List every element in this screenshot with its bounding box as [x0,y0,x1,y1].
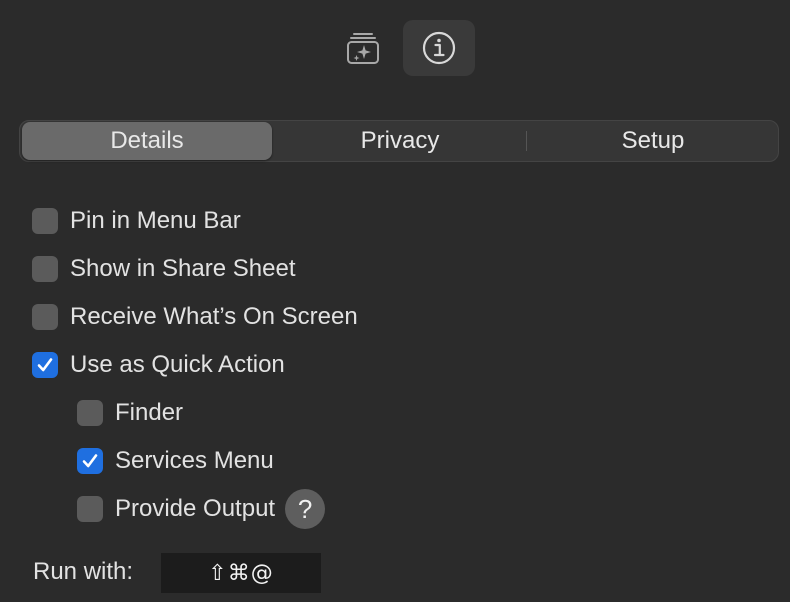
shortcut-value: ⇧⌘@ [208,560,274,586]
tab-privacy[interactable]: Privacy [274,121,526,161]
quick-action-checkbox[interactable] [32,352,58,378]
quick-action-label: Use as Quick Action [70,351,285,378]
provide-output-checkbox[interactable] [77,496,103,522]
services-menu-checkbox[interactable] [77,448,103,474]
tab-divider [526,131,527,151]
tab-details[interactable]: Details [22,122,272,160]
finder-label: Finder [115,399,184,426]
provide-output-option[interactable]: Provide Output ? [77,489,326,529]
info-circle-icon [421,30,457,66]
checkmark-icon [82,454,98,468]
share-sheet-option[interactable]: Show in Share Sheet [32,253,295,285]
receive-screen-option[interactable]: Receive What’s On Screen [32,301,358,333]
services-menu-label: Services Menu [115,447,274,474]
receive-screen-checkbox[interactable] [32,304,58,330]
pin-menu-bar-label: Pin in Menu Bar [70,207,241,234]
services-menu-option[interactable]: Services Menu [77,445,274,477]
tab-bar: Details Privacy Setup [19,120,779,162]
info-button[interactable] [403,20,475,76]
share-sheet-label: Show in Share Sheet [70,255,296,282]
question-mark-icon: ? [297,493,313,524]
receive-screen-label: Receive What’s On Screen [70,303,358,330]
pin-menu-bar-checkbox[interactable] [32,208,58,234]
help-button[interactable]: ? [285,489,326,529]
keyboard-shortcut-field[interactable]: ⇧⌘@ [161,553,321,593]
pin-menu-bar-option[interactable]: Pin in Menu Bar [32,205,241,237]
provide-output-label: Provide Output [115,495,276,522]
finder-checkbox[interactable] [77,400,103,426]
gallery-button[interactable] [327,20,399,76]
quick-action-option[interactable]: Use as Quick Action [32,349,285,381]
sparkles-stack-icon [345,30,381,66]
tab-setup[interactable]: Setup [528,121,778,161]
share-sheet-checkbox[interactable] [32,256,58,282]
run-with-label: Run with: [33,558,134,585]
checkmark-icon [37,358,53,372]
finder-option[interactable]: Finder [77,397,183,429]
